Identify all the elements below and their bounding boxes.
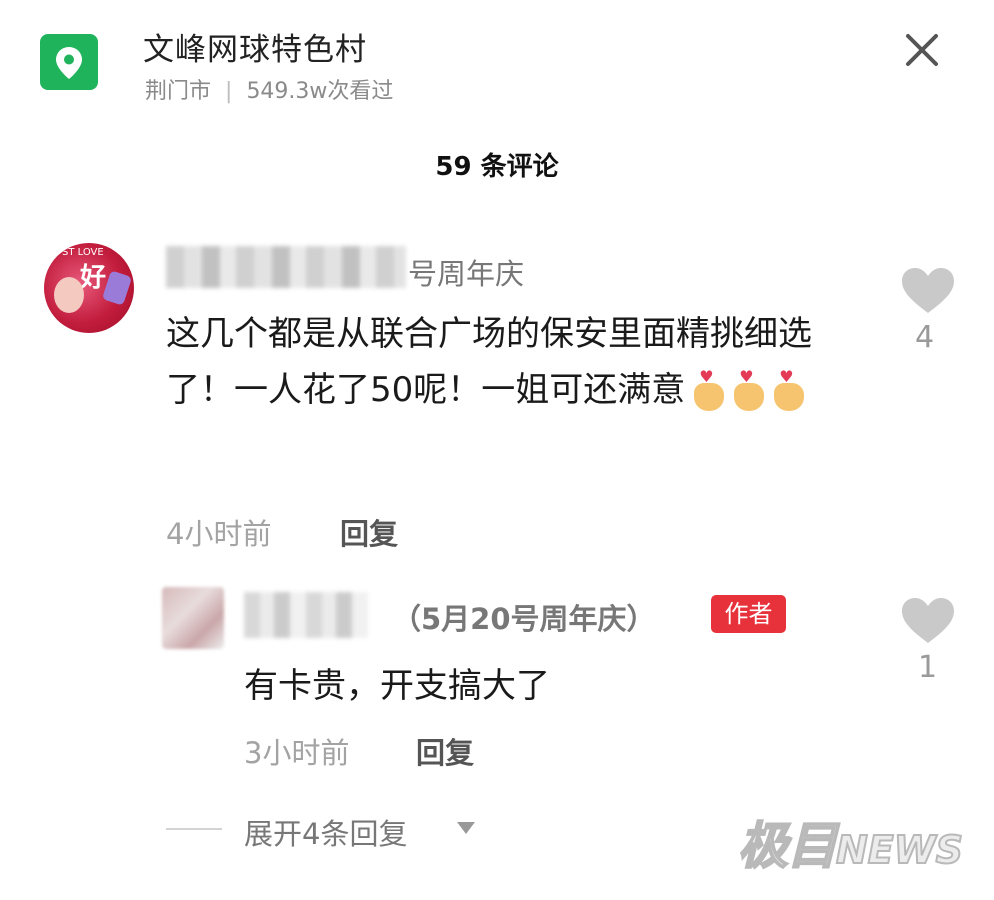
username-suffix[interactable]: 号周年庆: [408, 251, 524, 293]
watermark-logo: 极目NEWS: [737, 806, 964, 878]
finger-heart-emoji: ♥: [691, 369, 725, 411]
avatar[interactable]: ST LOVE 好: [44, 243, 134, 333]
comments-count-title: 59 条评论: [435, 152, 559, 182]
finger-heart-emoji: ♥: [731, 369, 765, 411]
expand-replies-button[interactable]: 展开4条回复: [244, 811, 407, 853]
author-badge: 作者: [711, 595, 786, 633]
city-label: 荆门市: [145, 79, 212, 104]
heart-icon[interactable]: [900, 596, 956, 650]
comment-text: 这几个都是从联合广场的保安里面精挑细选了！一人花了50呢！一姐可还满意 ♥ ♥ ♥: [166, 306, 856, 418]
location-pin-icon: [40, 34, 98, 90]
view-count: 549.3w次看过: [246, 79, 394, 104]
separator: |: [225, 79, 233, 104]
heart-icon[interactable]: [900, 266, 956, 320]
close-icon[interactable]: [900, 28, 944, 72]
reply-username-suffix[interactable]: （5月20号周年庆）: [392, 596, 656, 638]
blurred-username[interactable]: [166, 246, 406, 288]
avatar-face: [54, 277, 84, 313]
watermark-en: NEWS: [835, 827, 964, 873]
comment-time: 4小时前: [166, 517, 272, 551]
caret-down-icon[interactable]: [456, 820, 476, 839]
like-count: 4: [915, 320, 935, 355]
reply-time: 3小时前: [244, 736, 350, 770]
blurred-username[interactable]: [244, 592, 368, 638]
avatar-char: 好: [80, 263, 107, 293]
reply-text: 有卡贵，开支搞大了: [244, 666, 550, 706]
location-meta: 荆门市 | 549.3w次看过: [145, 73, 393, 105]
expand-divider: [166, 828, 222, 830]
location-title[interactable]: 文峰网球特色村: [143, 24, 367, 69]
like-count: 1: [918, 650, 938, 685]
avatar-sticker: [101, 270, 133, 306]
watermark-cn: 极目: [737, 816, 838, 876]
finger-heart-emoji: ♥: [771, 369, 805, 411]
reply-button[interactable]: 回复: [416, 730, 474, 772]
reply-avatar[interactable]: [162, 587, 224, 649]
reply-button[interactable]: 回复: [340, 511, 398, 553]
